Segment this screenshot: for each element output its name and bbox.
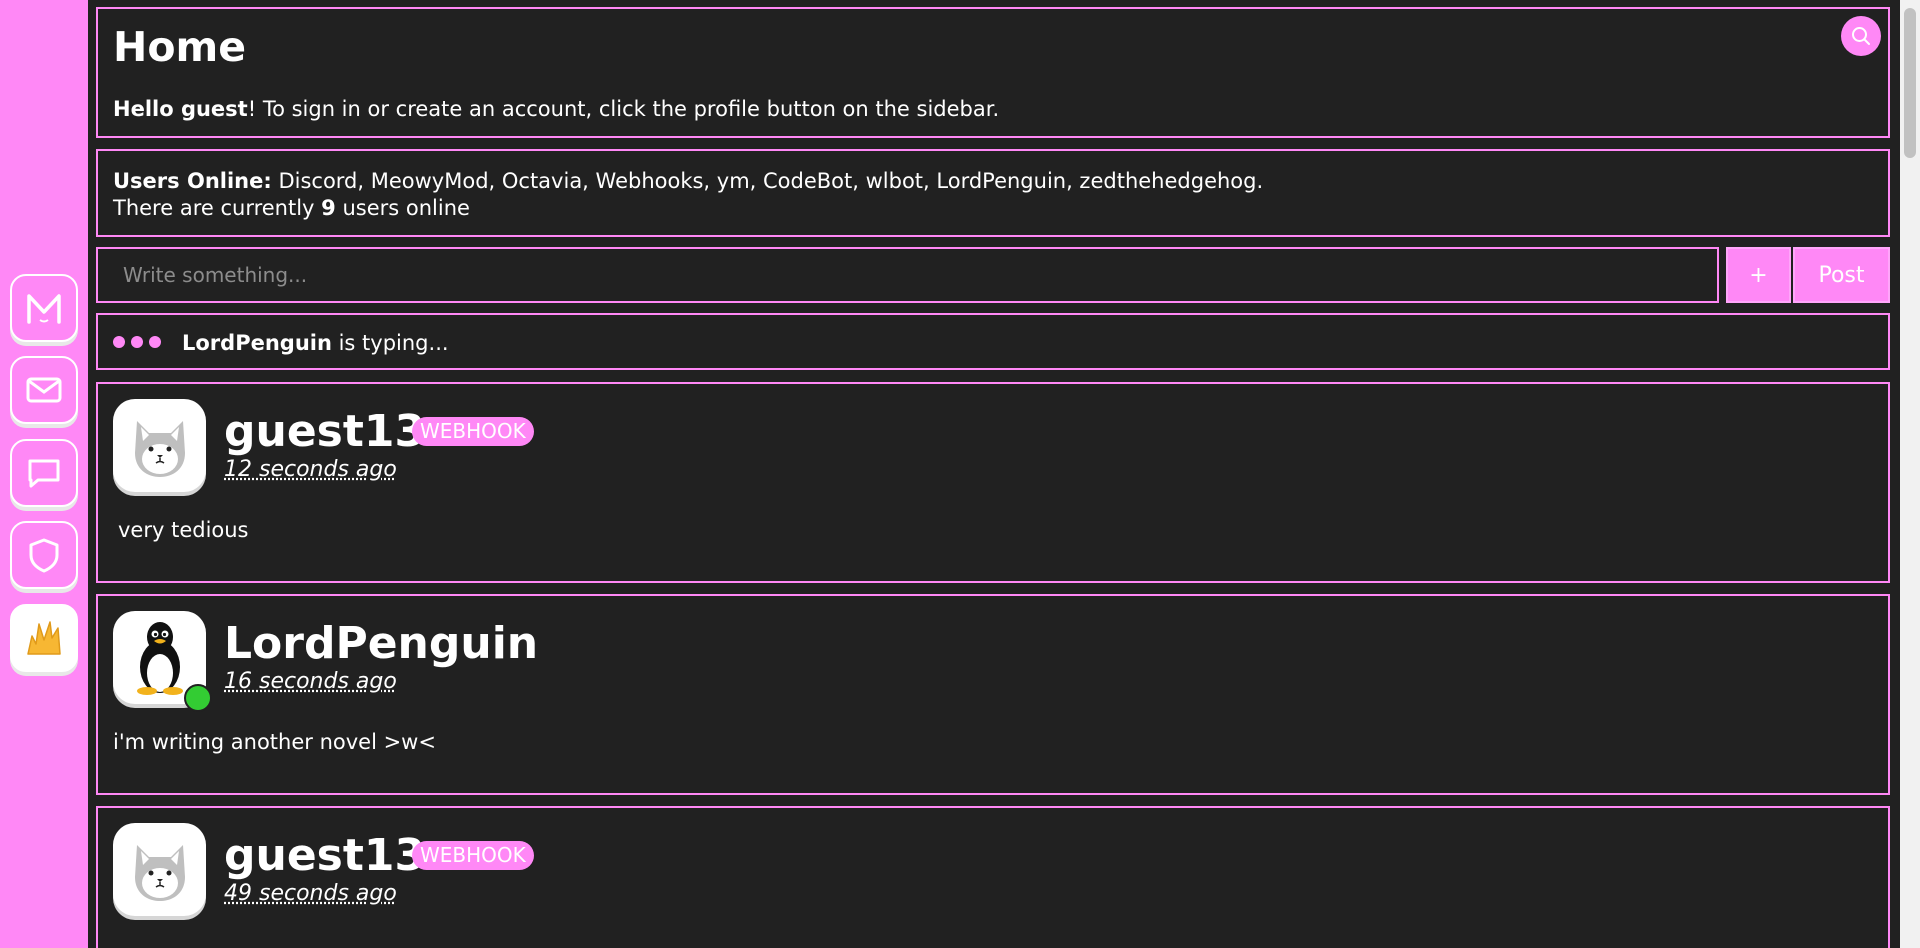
post-timestamp[interactable]: 49 seconds ago	[224, 881, 397, 906]
online-users-names: Discord, MeowyMod, Octavia, Webhooks, ym…	[278, 169, 1264, 193]
main-content: Home Hello guest! To sign in or create a…	[88, 0, 1900, 948]
cat-avatar-icon[interactable]	[113, 399, 206, 492]
scrollbar-thumb[interactable]	[1904, 8, 1916, 158]
sidebar-item-home[interactable]	[10, 274, 78, 342]
search-icon	[1852, 27, 1870, 45]
online-status-indicator	[184, 684, 212, 712]
sidebar-item-chats[interactable]	[10, 439, 78, 507]
post-username[interactable]: guest13	[224, 834, 425, 878]
post-username[interactable]: LordPenguin	[224, 622, 538, 666]
online-users-count: There are currently 9 users online	[113, 196, 470, 220]
online-count-suffix: users online	[335, 196, 470, 220]
typing-indicator: LordPenguin is typing...	[96, 313, 1890, 370]
penguin-avatar-icon[interactable]	[113, 611, 212, 712]
online-users-list: Users Online: Discord, MeowyMod, Octavia…	[113, 169, 1263, 193]
post-timestamp[interactable]: 16 seconds ago	[224, 669, 397, 694]
sidebar-item-profile[interactable]	[10, 604, 78, 672]
mail-icon	[26, 377, 62, 403]
post-card: guest13 WEBHOOK 12 seconds ago very tedi…	[96, 382, 1890, 583]
sidebar	[0, 0, 88, 948]
post-username[interactable]: guest13	[224, 410, 425, 454]
attach-button[interactable]: +	[1726, 247, 1791, 303]
sidebar-item-moderation[interactable]	[10, 521, 78, 589]
post-card: LordPenguin 16 seconds ago i'm writing a…	[96, 594, 1890, 795]
greeting-bold: Hello guest	[113, 97, 248, 121]
shield-icon	[29, 538, 59, 573]
post-card: guest13 WEBHOOK 49 seconds ago	[96, 806, 1890, 948]
chat-icon	[28, 459, 60, 488]
online-count-prefix: There are currently	[113, 196, 322, 220]
typing-status: is typing...	[331, 331, 449, 355]
post-content: very tedious	[118, 518, 249, 542]
webhook-badge: WEBHOOK	[412, 841, 534, 870]
page-title: Home	[113, 23, 247, 71]
profile-icon	[27, 621, 61, 655]
page-scrollbar[interactable]	[1900, 0, 1920, 948]
sidebar-item-inbox[interactable]	[10, 356, 78, 424]
online-count-number: 9	[321, 196, 336, 220]
post-button[interactable]: Post	[1793, 247, 1890, 303]
post-content: i'm writing another novel >w<	[113, 730, 436, 754]
search-button[interactable]	[1841, 16, 1881, 56]
cat-avatar-icon[interactable]	[113, 823, 206, 916]
home-header: Home Hello guest! To sign in or create a…	[96, 7, 1890, 138]
online-users-label: Users Online:	[113, 169, 272, 193]
typing-user: LordPenguin	[182, 331, 332, 355]
typing-dots-icon	[113, 336, 161, 348]
post-timestamp[interactable]: 12 seconds ago	[224, 457, 397, 482]
webhook-badge: WEBHOOK	[412, 417, 534, 446]
post-input[interactable]	[96, 247, 1719, 303]
greeting-rest: ! To sign in or create an account, click…	[247, 97, 1000, 121]
typing-text: LordPenguin is typing...	[182, 331, 449, 355]
greeting-message: Hello guest! To sign in or create an acc…	[113, 97, 1000, 121]
online-users-panel: Users Online: Discord, MeowyMod, Octavia…	[96, 149, 1890, 237]
meower-logo-icon	[27, 294, 61, 324]
